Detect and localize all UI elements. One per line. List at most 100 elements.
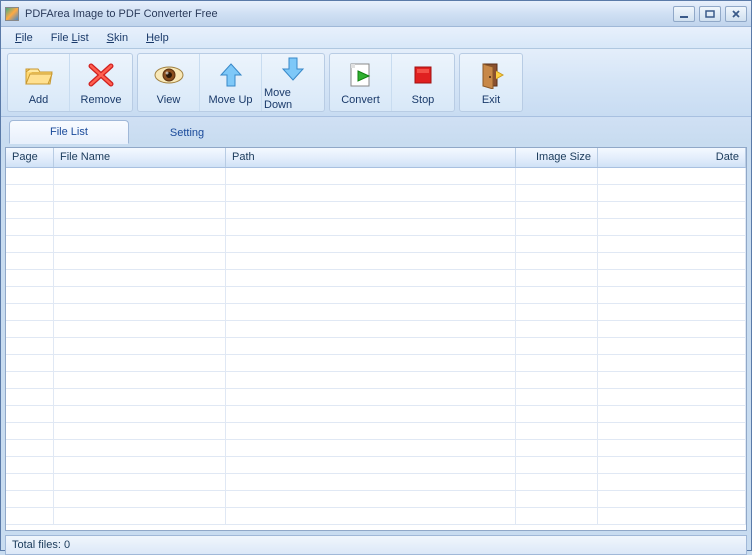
add-button[interactable]: Add xyxy=(8,54,70,111)
table-cell xyxy=(6,321,54,337)
table-row[interactable] xyxy=(6,508,746,525)
view-button[interactable]: View xyxy=(138,54,200,111)
stop-button[interactable]: Stop xyxy=(392,54,454,111)
table-row[interactable] xyxy=(6,440,746,457)
table-cell xyxy=(226,457,516,473)
remove-button[interactable]: Remove xyxy=(70,54,132,111)
menu-skin[interactable]: Skin xyxy=(99,29,136,47)
table-cell xyxy=(6,508,54,524)
table-cell xyxy=(6,457,54,473)
table-row[interactable] xyxy=(6,338,746,355)
table-cell xyxy=(598,457,746,473)
table-cell xyxy=(516,168,598,184)
status-text: Total files: 0 xyxy=(12,539,70,551)
table-cell xyxy=(54,406,226,422)
table-row[interactable] xyxy=(6,372,746,389)
table-cell xyxy=(226,508,516,524)
table-cell xyxy=(6,270,54,286)
table-cell xyxy=(598,406,746,422)
table-cell xyxy=(516,270,598,286)
table-cell xyxy=(226,406,516,422)
column-path[interactable]: Path xyxy=(226,148,516,167)
table-row[interactable] xyxy=(6,236,746,253)
file-grid[interactable]: Page File Name Path Image Size Date xyxy=(5,147,747,531)
table-cell xyxy=(598,423,746,439)
column-date[interactable]: Date xyxy=(598,148,746,167)
table-cell xyxy=(54,440,226,456)
tab-setting[interactable]: Setting xyxy=(129,121,245,144)
view-label: View xyxy=(157,94,181,106)
grid-header: Page File Name Path Image Size Date xyxy=(6,148,746,168)
table-row[interactable] xyxy=(6,202,746,219)
table-row[interactable] xyxy=(6,304,746,321)
table-row[interactable] xyxy=(6,406,746,423)
moveup-button[interactable]: Move Up xyxy=(200,54,262,111)
table-row[interactable] xyxy=(6,474,746,491)
table-cell xyxy=(226,440,516,456)
table-row[interactable] xyxy=(6,185,746,202)
table-row[interactable] xyxy=(6,219,746,236)
table-cell xyxy=(6,304,54,320)
tab-filelist[interactable]: File List xyxy=(9,120,129,144)
add-label: Add xyxy=(29,94,49,106)
table-cell xyxy=(516,321,598,337)
stop-icon xyxy=(407,60,439,90)
column-page[interactable]: Page xyxy=(6,148,54,167)
maximize-button[interactable] xyxy=(699,6,721,22)
table-cell xyxy=(54,457,226,473)
table-cell xyxy=(226,253,516,269)
table-row[interactable] xyxy=(6,389,746,406)
table-cell xyxy=(598,321,746,337)
remove-label: Remove xyxy=(81,94,122,106)
toolbar-group-exit: Exit xyxy=(459,53,523,112)
window-title: PDFArea Image to PDF Converter Free xyxy=(25,8,673,20)
menu-filelist[interactable]: File List xyxy=(43,29,97,47)
table-cell xyxy=(54,508,226,524)
table-cell xyxy=(516,372,598,388)
exit-button[interactable]: Exit xyxy=(460,54,522,111)
table-cell xyxy=(226,304,516,320)
grid-body[interactable] xyxy=(6,168,746,530)
menu-help[interactable]: Help xyxy=(138,29,177,47)
table-cell xyxy=(598,236,746,252)
door-exit-icon xyxy=(475,60,507,90)
table-cell xyxy=(516,253,598,269)
table-cell xyxy=(54,474,226,490)
column-imagesize[interactable]: Image Size xyxy=(516,148,598,167)
table-cell xyxy=(226,389,516,405)
statusbar: Total files: 0 xyxy=(5,535,747,555)
close-button[interactable] xyxy=(725,6,747,22)
table-cell xyxy=(226,491,516,507)
movedown-label: Move Down xyxy=(264,87,322,111)
table-cell xyxy=(516,508,598,524)
table-cell xyxy=(226,287,516,303)
table-row[interactable] xyxy=(6,168,746,185)
minimize-button[interactable] xyxy=(673,6,695,22)
moveup-label: Move Up xyxy=(208,94,252,106)
table-cell xyxy=(6,338,54,354)
table-cell xyxy=(54,236,226,252)
table-cell xyxy=(54,219,226,235)
table-row[interactable] xyxy=(6,287,746,304)
table-row[interactable] xyxy=(6,423,746,440)
table-cell xyxy=(598,287,746,303)
table-row[interactable] xyxy=(6,457,746,474)
movedown-button[interactable]: Move Down xyxy=(262,54,324,111)
arrow-up-icon xyxy=(215,60,247,90)
table-row[interactable] xyxy=(6,491,746,508)
table-cell xyxy=(516,202,598,218)
table-row[interactable] xyxy=(6,321,746,338)
table-cell xyxy=(54,253,226,269)
table-row[interactable] xyxy=(6,270,746,287)
table-cell xyxy=(54,202,226,218)
convert-button[interactable]: Convert xyxy=(330,54,392,111)
table-row[interactable] xyxy=(6,355,746,372)
table-cell xyxy=(598,304,746,320)
column-filename[interactable]: File Name xyxy=(54,148,226,167)
titlebar: PDFArea Image to PDF Converter Free xyxy=(1,1,751,27)
tabbar: File List Setting xyxy=(1,117,751,143)
table-row[interactable] xyxy=(6,253,746,270)
window-controls xyxy=(673,6,747,22)
table-cell xyxy=(226,185,516,201)
menu-file[interactable]: File xyxy=(7,29,41,47)
